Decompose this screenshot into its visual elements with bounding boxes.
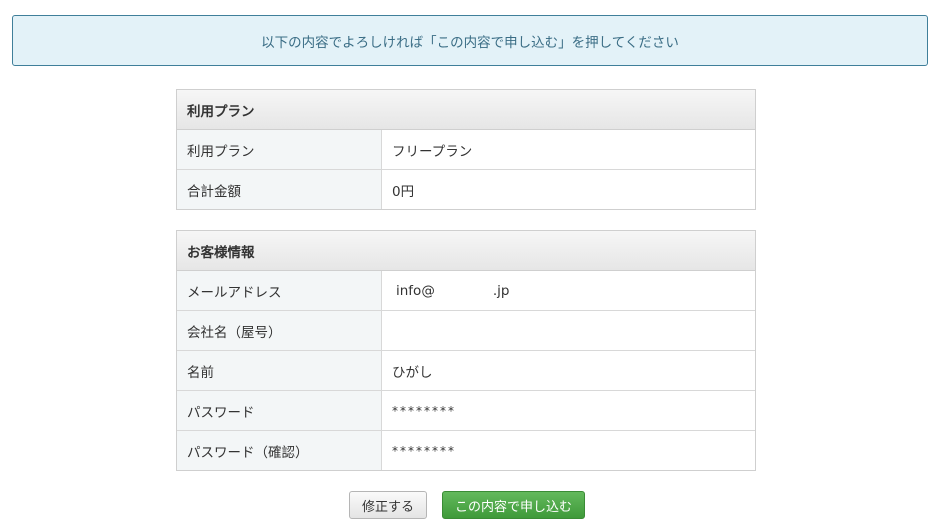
table-row: パスワード（確認） ******** <box>177 431 755 470</box>
edit-button[interactable]: 修正する <box>349 491 427 519</box>
table-row: 利用プラン フリープラン <box>177 130 755 170</box>
notice-text: 以下の内容でよろしければ「この内容で申し込む」を押してください <box>261 34 679 51</box>
customer-section: お客様情報 メールアドレス info@ .jp 会社名（屋号） 名前 ひがし パ… <box>176 230 756 471</box>
confirmation-notice: 以下の内容でよろしければ「この内容で申し込む」を押してください <box>12 15 928 66</box>
email-redaction <box>434 281 493 300</box>
table-row: 名前 ひがし <box>177 351 755 391</box>
email-suffix: .jp <box>492 282 510 299</box>
name-value: ひがし <box>382 351 755 390</box>
customer-section-header: お客様情報 <box>177 231 755 271</box>
plan-label: 利用プラン <box>177 130 382 169</box>
submit-button[interactable]: この内容で申し込む <box>442 491 585 519</box>
table-row: 合計金額 0円 <box>177 170 755 209</box>
email-value: info@ .jp <box>382 271 755 310</box>
plan-section: 利用プラン 利用プラン フリープラン 合計金額 0円 <box>176 89 756 210</box>
table-row: 会社名（屋号） <box>177 311 755 351</box>
password-value: ******** <box>382 391 755 430</box>
plan-value: フリープラン <box>382 130 755 169</box>
company-label: 会社名（屋号） <box>177 311 382 350</box>
password-confirm-value: ******** <box>382 431 755 470</box>
company-value <box>382 311 755 350</box>
password-confirm-label: パスワード（確認） <box>177 431 382 470</box>
table-row: パスワード ******** <box>177 391 755 431</box>
total-amount-label: 合計金額 <box>177 170 382 209</box>
name-label: 名前 <box>177 351 382 390</box>
total-amount-value: 0円 <box>382 170 755 209</box>
password-label: パスワード <box>177 391 382 430</box>
email-prefix: info@ <box>396 282 435 299</box>
table-row: メールアドレス info@ .jp <box>177 271 755 311</box>
email-label: メールアドレス <box>177 271 382 310</box>
plan-section-header: 利用プラン <box>177 90 755 130</box>
